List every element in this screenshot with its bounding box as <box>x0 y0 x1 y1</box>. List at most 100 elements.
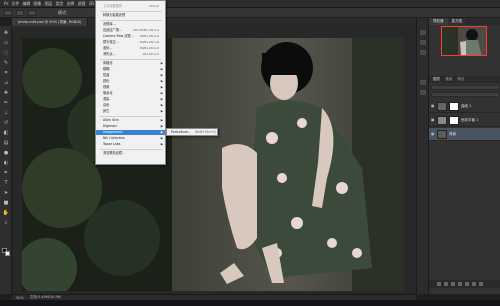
quick-select-tool-icon[interactable]: ✎ <box>2 60 10 66</box>
menu-type[interactable]: 类型 <box>55 1 63 7</box>
menu-item-label: Digimarc <box>103 124 118 128</box>
filter-menu-item[interactable]: 自适应广角... Alt+Shift+Ctrl+A <box>96 28 165 33</box>
background-color-swatch[interactable] <box>5 251 10 256</box>
healing-brush-tool-icon[interactable]: ✚ <box>2 90 10 96</box>
info-panel-icon[interactable] <box>420 50 426 55</box>
menu-filter[interactable]: 滤镜 <box>77 1 85 7</box>
layer-row[interactable]: ● 曲线 1 <box>429 100 500 113</box>
filter-menu-item[interactable]: Digimarc ▶ <box>96 124 165 129</box>
options-bar: 模式: <box>0 8 500 18</box>
filter-menu-item[interactable]: 液化... Shift+Ctrl+X <box>96 46 165 51</box>
type-tool-icon[interactable]: T <box>2 180 10 186</box>
marquee-tool-icon[interactable]: ▭ <box>2 40 10 46</box>
menu-item-label: 消失点... <box>103 52 116 56</box>
menu-item-label: Imagenomic <box>103 130 123 134</box>
tool-preset-button[interactable] <box>4 9 12 16</box>
blur-tool-icon[interactable]: ● <box>2 150 10 156</box>
layer-mask-thumb <box>449 115 459 125</box>
filter-menu-item[interactable]: 杂色 ▶ <box>96 103 165 108</box>
move-tool-icon[interactable]: ✥ <box>2 30 10 36</box>
visibility-eye-icon[interactable]: ● <box>431 118 435 122</box>
filter-menu-item[interactable]: 滤镜库... <box>96 22 165 27</box>
brush-size-button[interactable] <box>16 9 24 16</box>
crop-tool-icon[interactable]: ⌗ <box>2 70 10 76</box>
brush-tool-icon[interactable]: ✏ <box>2 100 10 106</box>
zoom-tool-icon[interactable]: ⌕ <box>2 220 10 226</box>
filter-menu-item[interactable]: 像素化 ▶ <box>96 91 165 96</box>
submenu-item-portraiture[interactable]: Portraiture... <box>171 130 191 134</box>
filter-menu-item[interactable]: 浏览联机滤镜... <box>96 151 165 156</box>
menu-item-shortcut: Shift+Ctrl+R <box>139 40 159 44</box>
path-select-tool-icon[interactable]: ➤ <box>2 190 10 196</box>
layer-filter-control[interactable] <box>431 85 499 90</box>
filter-menu-item[interactable]: 上次滤镜操作 Ctrl+F <box>96 4 165 9</box>
menu-bar: Ps 文件 编辑 图像 图层 类型 选择 滤镜 3D 视图 窗口 帮助 <box>0 0 500 8</box>
blend-mode-select[interactable] <box>431 92 499 97</box>
menu-layer[interactable]: 图层 <box>44 1 52 7</box>
properties-panel-icon[interactable] <box>420 40 426 45</box>
adjustments-panel-icon[interactable] <box>420 80 426 85</box>
menu-separator <box>100 20 162 21</box>
menu-image[interactable]: 图像 <box>33 1 41 7</box>
tab-histogram[interactable]: 直方图 <box>447 18 466 25</box>
filter-menu-item[interactable]: 镜头校正... Shift+Ctrl+R <box>96 40 165 45</box>
submenu-arrow-icon: ▶ <box>160 142 163 146</box>
menu-file[interactable]: 文件 <box>11 1 19 7</box>
navigator-thumbnail[interactable] <box>441 26 487 56</box>
history-brush-tool-icon[interactable]: ↺ <box>2 120 10 126</box>
submenu-arrow-icon: ▶ <box>160 67 163 71</box>
document-photo[interactable] <box>22 38 404 291</box>
filter-menu-item[interactable]: 扭曲 ▶ <box>96 73 165 78</box>
filter-menu-item[interactable]: Alien Skin ▶ <box>96 118 165 123</box>
menu-select[interactable]: 选择 <box>66 1 74 7</box>
new-adjustment-icon[interactable] <box>458 282 462 286</box>
tab-channels[interactable]: 通道 <box>445 77 452 81</box>
new-layer-icon[interactable] <box>472 282 476 286</box>
history-panel-icon[interactable] <box>420 30 426 35</box>
menu-3d[interactable]: 3D <box>88 1 94 6</box>
filter-menu-item[interactable]: 锐化 ▶ <box>96 79 165 84</box>
submenu-arrow-icon: ▶ <box>160 103 163 107</box>
layer-style-icon[interactable] <box>444 282 448 286</box>
filter-menu-item[interactable]: Topaz Labs ▶ <box>96 142 165 147</box>
delete-layer-icon[interactable] <box>479 282 483 286</box>
layer-row-selected[interactable]: ● 背景 <box>429 128 500 141</box>
pen-tool-icon[interactable]: ✒ <box>2 170 10 176</box>
menu-item-shortcut: Shift+Ctrl+X <box>139 46 159 50</box>
clone-stamp-tool-icon[interactable]: ⊥ <box>2 110 10 116</box>
zoom-level[interactable]: 50% <box>16 296 24 300</box>
visibility-eye-icon[interactable]: ● <box>431 104 435 108</box>
filter-menu-item[interactable]: 消失点... Alt+Ctrl+V <box>96 52 165 57</box>
tab-navigator[interactable]: 导航器 <box>429 18 448 25</box>
menu-separator <box>100 149 162 150</box>
filter-menu-item[interactable]: 模糊 ▶ <box>96 67 165 72</box>
eraser-tool-icon[interactable]: ◧ <box>2 130 10 136</box>
menu-item-label: 风格化 <box>103 61 113 65</box>
filter-menu-item[interactable]: 视频 ▶ <box>96 85 165 90</box>
filter-menu-item[interactable]: Nik Collection ▶ <box>96 136 165 141</box>
dodge-tool-icon[interactable]: ◐ <box>2 160 10 166</box>
filter-menu-item[interactable]: 转换为智能滤镜 <box>96 13 165 18</box>
lasso-tool-icon[interactable]: ◌ <box>2 50 10 56</box>
styles-panel-icon[interactable] <box>420 90 426 95</box>
menu-item-label: Nik Collection <box>103 136 125 140</box>
filter-menu-item[interactable]: Camera Raw 滤镜... Shift+Ctrl+A <box>96 34 165 39</box>
document-tab[interactable]: photo-edit.psd @ 50% (背景, RGB/8) <box>12 18 89 26</box>
eyedropper-tool-icon[interactable]: ⊿ <box>2 80 10 86</box>
menu-edit[interactable]: 编辑 <box>22 1 30 7</box>
gradient-tool-icon[interactable]: ▤ <box>2 140 10 146</box>
add-mask-icon[interactable] <box>451 282 455 286</box>
link-layers-icon[interactable] <box>437 282 441 286</box>
hand-tool-icon[interactable]: ✋ <box>2 210 10 216</box>
visibility-eye-icon[interactable]: ● <box>431 132 435 136</box>
filter-menu-item[interactable]: Imagenomic ▶ <box>96 130 165 135</box>
new-group-icon[interactable] <box>465 282 469 286</box>
mode-toggle-button[interactable] <box>28 9 36 16</box>
filter-menu-item[interactable]: 其它 ▶ <box>96 109 165 114</box>
filter-menu-item[interactable]: 渲染 ▶ <box>96 97 165 102</box>
rectangle-tool-icon[interactable]: ■ <box>2 200 10 206</box>
tab-layers[interactable]: 图层 <box>433 77 440 81</box>
tab-paths[interactable]: 路径 <box>457 77 464 81</box>
layer-row[interactable]: ● 色彩平衡 1 <box>429 114 500 127</box>
filter-menu-item[interactable]: 风格化 ▶ <box>96 61 165 66</box>
